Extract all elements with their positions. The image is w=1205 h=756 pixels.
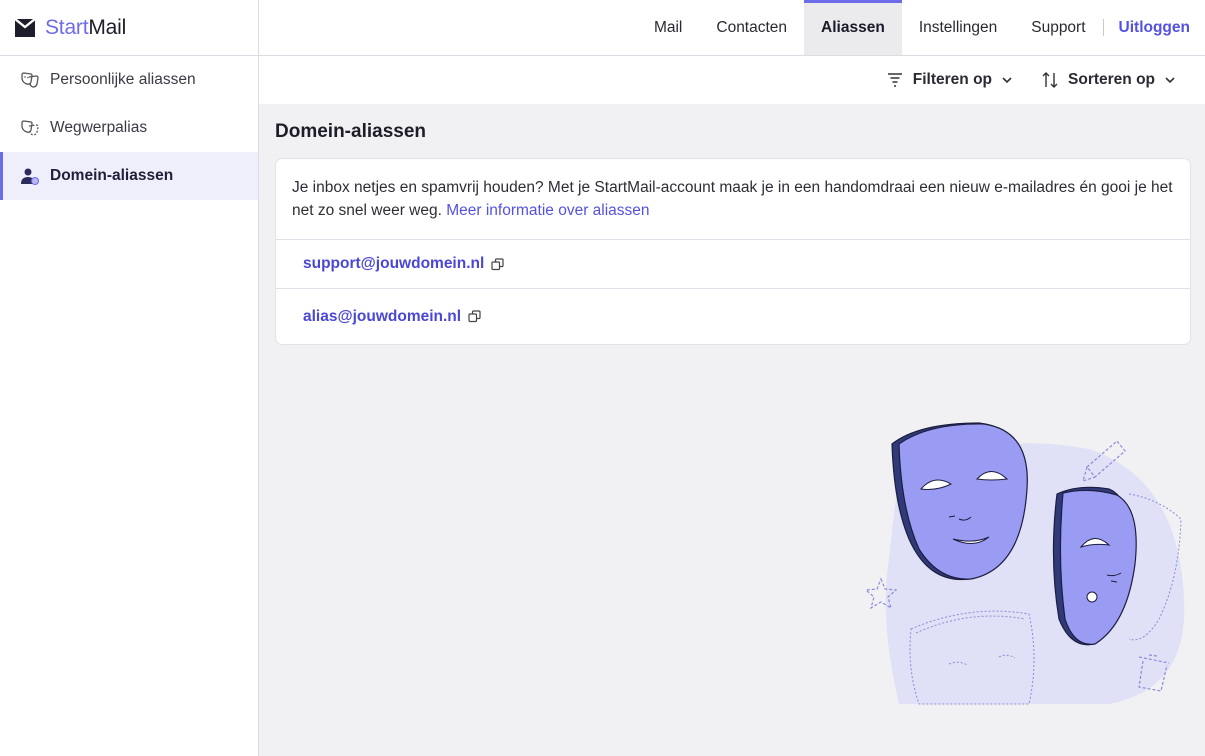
filter-icon <box>887 73 902 87</box>
copy-icon[interactable] <box>468 310 481 323</box>
chevron-down-icon <box>1002 76 1012 83</box>
logout-link[interactable]: Uitloggen <box>1104 0 1190 55</box>
startmail-logo[interactable]: StartMail <box>0 0 258 56</box>
more-info-link[interactable]: Meer informatie over aliassen <box>446 202 649 219</box>
sort-button[interactable]: Sorteren op <box>1042 71 1175 89</box>
tab-support[interactable]: Support <box>1014 0 1102 55</box>
sidebar-item-persoonlijke-aliassen[interactable]: Persoonlijke aliassen <box>0 56 258 104</box>
user-domain-icon <box>20 166 40 186</box>
alias-address-link[interactable]: support@jouwdomein.nl <box>303 255 484 273</box>
page-title: Domein-aliassen <box>275 121 426 142</box>
sidebar-item-label: Persoonlijke aliassen <box>50 71 196 88</box>
brand-mail: Mail <box>88 15 127 39</box>
toolbar: Filteren op Sorteren op <box>259 56 1205 104</box>
theatre-masks-illustration <box>864 422 1185 705</box>
alias-address-link[interactable]: alias@jouwdomein.nl <box>303 308 461 326</box>
tab-aliassen[interactable]: Aliassen <box>804 0 902 55</box>
sort-label: Sorteren op <box>1068 71 1155 88</box>
disposable-mask-icon <box>20 118 40 138</box>
filter-label: Filteren op <box>912 71 993 88</box>
tab-mail[interactable]: Mail <box>637 0 699 55</box>
copy-icon[interactable] <box>491 257 504 271</box>
sidebar: StartMail Persoonlijke aliassen Wegwerpa… <box>0 0 259 756</box>
sort-icon <box>1042 72 1058 88</box>
chevron-down-icon <box>1165 76 1175 83</box>
sidebar-item-label: Wegwerpalias <box>50 119 148 136</box>
sidebar-nav: Persoonlijke aliassen Wegwerpalias Domei… <box>0 56 258 200</box>
sidebar-item-label: Domein-aliassen <box>50 167 174 184</box>
intro-body: Je inbox netjes en spamvrij houden? Met … <box>292 179 1173 219</box>
filter-button[interactable]: Filteren op <box>887 71 1012 89</box>
alias-row: support@jouwdomein.nl <box>276 240 1190 289</box>
alias-card: Je inbox netjes en spamvrij houden? Met … <box>275 158 1191 345</box>
tab-contacten[interactable]: Contacten <box>699 0 804 55</box>
main-content: Domein-aliassen Je inbox netjes en spamv… <box>259 104 1205 756</box>
brand-start: Start <box>45 15 89 39</box>
intro-text: Je inbox netjes en spamvrij houden? Met … <box>276 159 1190 240</box>
sidebar-item-wegwerpalias[interactable]: Wegwerpalias <box>0 104 258 152</box>
top-nav: Mail Contacten Aliassen Instellingen Sup… <box>259 0 1205 56</box>
envelope-logo-icon <box>14 18 36 37</box>
alias-row: alias@jouwdomein.nl <box>276 289 1190 344</box>
masks-icon <box>20 70 40 90</box>
sidebar-item-domein-aliassen[interactable]: Domein-aliassen <box>0 152 258 200</box>
tab-instellingen[interactable]: Instellingen <box>902 0 1014 55</box>
